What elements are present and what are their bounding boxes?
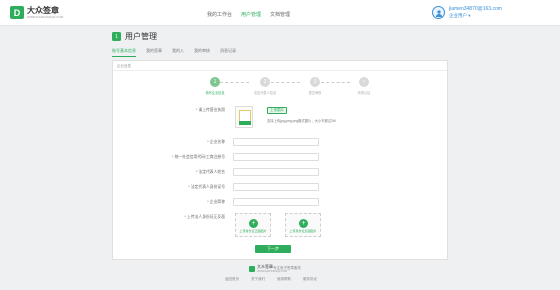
check-icon: ✓ [359,77,369,87]
form-row: * 企业名称 [113,138,449,147]
divider [113,70,447,71]
legal-rep-name-input[interactable] [233,168,319,176]
user-email: jiamen34870@163.com [449,6,502,12]
breadcrumb: 企业信息 [117,64,131,68]
form-panel: 企业信息 1 填写企业信息 2 法定代表人信息 3 提交审核 ✓ 完成认证 * … [112,60,448,260]
form-row: * 统一社会信用代码/工商注册号 [113,153,449,162]
legal-rep-id-label: * 法定代表人身份证号 [188,185,225,189]
tab-messages[interactable]: 消息记录 [220,48,236,57]
step-1: 1 填写企业信息 [200,77,230,95]
id-front-text: 上传身份证正面图片 [239,229,267,233]
upload-hint: 支持上传jpg.jpeg.png格式图片，大小不超过2M [267,119,336,123]
step-4-label: 完成认证 [357,91,371,95]
plus-icon: + [299,219,308,228]
user-menu[interactable]: jiamen34870@163.com 企业用户 ▾ [432,6,502,19]
step-3-label: 提交审核 [308,91,322,95]
step-2-label: 法定代表人信息 [253,91,277,95]
credit-code-input[interactable] [233,153,319,161]
id-card-row: * 上传法人身份证正反面 + 上传身份证正面图片 + 上传身份证反面图片 [113,213,449,239]
form-row: * 法定代表人姓名 [113,168,449,177]
footer-link-home[interactable]: 返回首页 [225,277,239,282]
page-header: 1 用户管理 账号基本信息 我的签章 我的入 我的审核 消息记录 [112,31,448,57]
credit-code-label: * 统一社会信用代码/工商注册号 [172,155,225,159]
step-3: 3 提交审核 [300,77,330,95]
next-button[interactable]: 下一步 [255,245,291,253]
user-icon: 1 [112,32,121,41]
footer-slogan: 专注电子签章服务 [273,266,301,270]
brand-name: 大众签章 [27,6,59,15]
tab-my-review[interactable]: 我的审核 [194,48,210,57]
page-title: 用户管理 [125,32,157,41]
step-3-icon: 3 [310,77,320,87]
logo-icon [249,265,255,272]
short-name-label: * 企业简称 [207,200,225,204]
license-row: * 请上传营业执照 上传图片 支持上传jpg.jpeg.png格式图片，大小不超… [113,106,449,130]
main-nav: 我的工作台 用户管理 文档管理 [207,11,290,18]
tab-bar: 账号基本信息 我的签章 我的入 我的审核 消息记录 [112,48,246,57]
logo-icon: D [10,6,24,19]
id-back-upload[interactable]: + 上传身份证反面图片 [285,213,321,237]
plus-icon: + [249,219,258,228]
footer-link-about[interactable]: 关于我们 [251,277,265,282]
progress-steps: 1 填写企业信息 2 法定代表人信息 3 提交审核 ✓ 完成认证 [197,77,370,99]
tab-my-seals[interactable]: 我的签章 [146,48,162,57]
avatar-icon[interactable] [432,6,445,19]
footer-links: 返回首页 关于我们 使用帮助 服务协议 [225,277,317,282]
brand-logo[interactable]: D 大众签章 WWW.DAZHONGQZ.COM [10,6,63,19]
footer-link-help[interactable]: 使用帮助 [277,277,291,282]
brand-url: WWW.DAZHONGQZ.COM [27,15,64,19]
id-back-text: 上传身份证反面图片 [289,229,317,233]
step-1-icon: 1 [210,77,220,87]
nav-workbench[interactable]: 我的工作台 [207,11,232,18]
short-name-input[interactable] [233,198,319,206]
step-2: 2 法定代表人信息 [250,77,280,95]
nav-user-management[interactable]: 用户管理 [241,11,261,18]
form-row: * 企业简称 [113,198,449,207]
step-2-icon: 2 [260,77,270,87]
step-4: ✓ 完成认证 [349,77,379,95]
step-1-label: 填写企业信息 [205,91,225,95]
user-role-dropdown[interactable]: 企业用户 ▾ [449,13,502,19]
id-card-label: * 上传法人身份证正反面 [184,215,225,219]
top-navbar: D 大众签章 WWW.DAZHONGQZ.COM 我的工作台 用户管理 文档管理… [0,0,560,26]
id-front-upload[interactable]: + 上传身份证正面图片 [235,213,271,237]
company-name-input[interactable] [233,138,319,146]
form-row: * 法定代表人身份证号 [113,183,449,192]
upload-button[interactable]: 上传图片 [267,107,287,114]
license-label: * 请上传营业执照 [195,108,225,112]
legal-rep-name-label: * 法定代表人姓名 [195,170,225,174]
tab-my-join[interactable]: 我的入 [172,48,184,57]
license-preview [235,106,253,128]
tab-account-info[interactable]: 账号基本信息 [112,48,136,57]
footer-link-agreement[interactable]: 服务协议 [303,277,317,282]
company-name-label: * 企业名称 [207,140,225,144]
nav-document-management[interactable]: 文档管理 [270,11,290,18]
legal-rep-id-input[interactable] [233,183,319,191]
